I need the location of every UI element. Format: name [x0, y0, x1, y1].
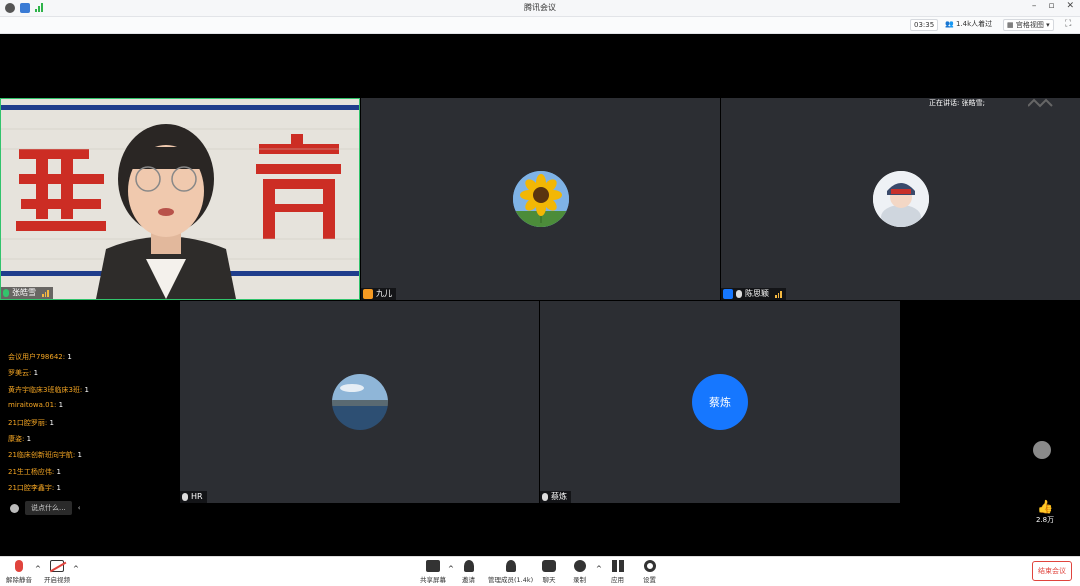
mic-active-icon: [3, 289, 9, 297]
share-screen-button[interactable]: 共享屏幕: [420, 560, 446, 584]
gear-icon: [643, 560, 656, 572]
record-button[interactable]: 录制: [573, 560, 586, 584]
chat-message: 21生工杨应伟: 1: [8, 467, 61, 476]
share-screen-icon: [426, 560, 440, 572]
restore-icon[interactable]: ▫: [1048, 1, 1054, 11]
video-tile-cailian[interactable]: 蔡炼 蔡炼: [540, 301, 900, 503]
speaker-video: [1, 99, 359, 299]
like-button[interactable]: 👍 2.8万: [1036, 500, 1054, 525]
video-button[interactable]: 开启视频: [44, 560, 70, 584]
avatar-hr: [331, 374, 388, 430]
chat-message: 会议用户798642: 1: [8, 353, 72, 361]
video-tile-jiuer[interactable]: 九儿: [361, 98, 720, 300]
chat-icon: [542, 560, 556, 572]
mic-muted-icon: [182, 493, 188, 501]
video-stage: 张皓雪 九儿 陈思颖 正在讲话: 张皓雪; HR 蔡炼 蔡炼 会议用户79864…: [0, 34, 1080, 556]
meeting-timer: 03:35: [910, 19, 939, 31]
chevron-up-icon[interactable]: ^: [35, 565, 41, 573]
minimize-icon[interactable]: –: [1032, 1, 1037, 11]
chat-input[interactable]: 说点什么...: [25, 501, 72, 515]
signal-icon: [775, 290, 782, 298]
meeting-toolbar: 解除静音 ^ 开启视频 ^ 共享屏幕 ^ 邀请 管理成员(1.4k) 聊天 录制…: [0, 556, 1080, 586]
emoji-icon[interactable]: [10, 503, 19, 513]
close-icon[interactable]: ✕: [1066, 1, 1074, 11]
collapse-icon[interactable]: ‹: [78, 504, 81, 512]
end-meeting-button[interactable]: 结束会议: [1032, 561, 1072, 581]
signal-icon: [42, 289, 49, 297]
fullscreen-icon[interactable]: ⛶: [1065, 19, 1071, 29]
avatar-sunflower: [512, 171, 569, 227]
nameplate-chensiying: 陈思颖: [721, 288, 786, 300]
members-button[interactable]: 管理成员(1.4k): [488, 560, 533, 584]
video-tile-hr[interactable]: HR: [180, 301, 539, 503]
apps-icon: [611, 560, 624, 572]
chat-overlay: 会议用户798642: 1 罗美云: 1 黄卉宇临床3班临床3班: 1 mira…: [8, 352, 89, 500]
mic-muted-icon: [15, 560, 23, 572]
nameplate-hr: HR: [180, 491, 207, 503]
avatar-cailian: 蔡炼: [692, 374, 748, 430]
people-icon: 👥: [945, 20, 954, 28]
nameplate-jiuer: 九儿: [361, 288, 396, 300]
settings-button[interactable]: 设置: [643, 560, 656, 584]
nameplate-speaker: 张皓雪: [1, 287, 53, 299]
title-bar: 腾讯会议 – ▫ ✕: [0, 0, 1080, 17]
apps-button[interactable]: 应用: [611, 560, 624, 584]
chat-input-bar: 说点什么... ‹: [10, 501, 81, 515]
window-title: 腾讯会议: [524, 3, 556, 12]
wave-icon: [1028, 98, 1053, 108]
mic-muted-icon: [542, 493, 548, 501]
host-avatar[interactable]: [1033, 441, 1051, 459]
chat-message: 康姿: 1: [8, 434, 32, 443]
attendee-count[interactable]: 👥 1.4k人着过: [942, 19, 995, 31]
video-tile-chensiying[interactable]: 陈思颖: [721, 98, 1080, 300]
chat-button[interactable]: 聊天: [542, 560, 556, 584]
add-user-icon: [463, 560, 474, 572]
user-icon: [363, 289, 373, 299]
meeting-info-bar: 03:35 👥 1.4k人着过 ▦ 宫格视图 ▾ ⛶: [0, 17, 1080, 34]
avatar-chensiying: [872, 171, 929, 227]
chevron-up-icon[interactable]: ^: [73, 565, 79, 573]
chat-message: 21口腔罗丽: 1: [8, 418, 54, 427]
video-tile-speaker[interactable]: 张皓雪: [0, 98, 360, 300]
chat-message: 罗美云: 1: [8, 369, 39, 378]
grid-icon: ▦: [1007, 21, 1014, 29]
chat-message: 21临床创新班向宇航: 1: [8, 451, 82, 460]
chat-message: 21口腔李鑫宇: 1: [8, 484, 61, 493]
chevron-up-icon[interactable]: ^: [448, 565, 454, 573]
user-icon: [723, 289, 733, 299]
thumbs-up-icon: 👍: [1036, 500, 1054, 515]
invite-button[interactable]: 邀请: [462, 560, 475, 584]
members-icon: [505, 560, 516, 572]
chat-message: miraitowa.01: 1: [8, 401, 64, 410]
nameplate-cailian: 蔡炼: [540, 491, 571, 503]
record-icon: [573, 560, 586, 572]
chevron-up-icon[interactable]: ^: [596, 565, 602, 573]
mic-muted-icon: [736, 290, 742, 298]
view-switch[interactable]: ▦ 宫格视图 ▾: [1003, 19, 1054, 31]
chat-message: 黄卉宇临床3班临床3班: 1: [8, 385, 89, 394]
camera-off-icon: [49, 560, 67, 572]
mute-button[interactable]: 解除静音: [6, 560, 32, 584]
